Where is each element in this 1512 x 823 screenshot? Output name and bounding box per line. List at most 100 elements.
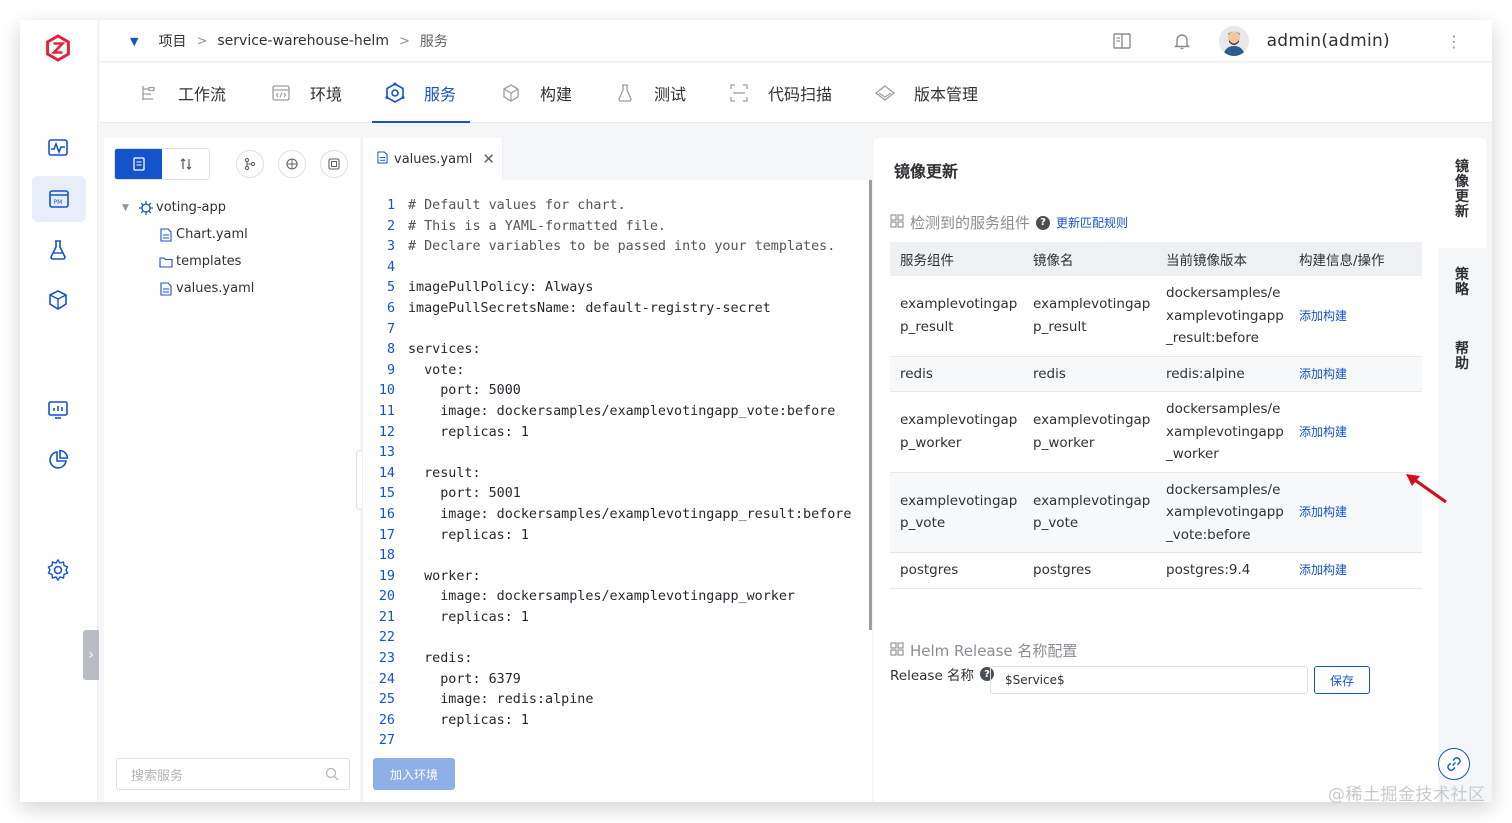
avatar[interactable] xyxy=(1218,26,1249,56)
chart-pie-icon[interactable] xyxy=(44,446,72,474)
code-line[interactable]: 23 redis: xyxy=(363,649,871,670)
expand-rail-button[interactable]: › xyxy=(83,630,99,680)
code-line[interactable]: 4 xyxy=(363,258,871,279)
code-line[interactable]: 20 image: dockersamples/examplevotingapp… xyxy=(363,587,871,608)
tree-file[interactable]: values.yaml xyxy=(122,275,254,302)
code-line[interactable]: 15 port: 5001 xyxy=(363,484,871,505)
help-question-icon[interactable]: ? xyxy=(1036,215,1051,230)
table-cell: dockersamples/e xamplevotingapp _worker xyxy=(1156,391,1289,473)
code-line[interactable]: 19 worker: xyxy=(363,567,871,588)
more-vertical-icon[interactable]: ⋮ xyxy=(1446,32,1462,51)
editor-tab[interactable]: values.yaml ✕ xyxy=(363,138,503,180)
code-line[interactable]: 9 vote: xyxy=(363,361,871,382)
dropdown-caret-icon[interactable]: ▼ xyxy=(130,35,138,48)
code-line[interactable]: 18 xyxy=(363,546,871,567)
line-text: image: dockersamples/examplevotingapp_vo… xyxy=(408,403,836,419)
close-tab-icon[interactable]: ✕ xyxy=(482,150,495,168)
breadcrumb-project[interactable]: 项目 xyxy=(158,31,186,51)
caret-down-icon[interactable]: ▼ xyxy=(122,203,138,213)
file-view-button[interactable] xyxy=(115,149,162,179)
code-line[interactable]: 25 image: redis:alpine xyxy=(363,690,871,711)
side-tab-strategy[interactable]: 策略 xyxy=(1438,268,1486,308)
panel-title: 镜像更新 xyxy=(894,162,959,181)
line-text: vote: xyxy=(408,362,465,378)
editor-scrollbar[interactable] xyxy=(869,180,872,630)
user-name[interactable]: admin(admin) xyxy=(1267,31,1390,51)
code-line[interactable]: 3 # Declare variables to be passed into y… xyxy=(363,237,871,258)
monitor-icon[interactable] xyxy=(44,134,72,162)
tab-workflow[interactable]: 工作流 xyxy=(138,63,226,123)
code-line[interactable]: 17 replicas: 1 xyxy=(363,526,871,547)
scan-icon xyxy=(728,82,750,104)
tab-test[interactable]: 测试 xyxy=(614,63,686,123)
line-number: 20 xyxy=(378,589,395,605)
code-line[interactable]: 1 # Default values for chart. xyxy=(363,196,871,217)
update-rule-link[interactable]: 更新匹配规则 xyxy=(1056,214,1128,231)
code-line[interactable]: 5 imagePullPolicy: Always xyxy=(363,278,871,299)
add-build-link[interactable]: 添加构建 xyxy=(1289,276,1422,357)
line-number: 13 xyxy=(378,445,395,461)
code-line[interactable]: 13 xyxy=(363,443,871,464)
logo-icon[interactable] xyxy=(44,34,72,62)
docs-book-icon[interactable] xyxy=(1107,26,1137,56)
table-cell: redis xyxy=(1023,356,1156,392)
tab-environment[interactable]: 环境 xyxy=(270,63,342,123)
tab-build[interactable]: 构建 xyxy=(500,63,572,123)
git-source-button[interactable] xyxy=(236,150,264,178)
add-to-environment-button[interactable]: 加入环境 xyxy=(373,758,455,790)
code-line[interactable]: 24 port: 6379 xyxy=(363,670,871,691)
workflow-icon xyxy=(138,82,160,104)
settings-gear-icon[interactable] xyxy=(44,556,72,584)
tree-folder[interactable]: templates xyxy=(122,248,254,275)
code-line[interactable]: 21 replicas: 1 xyxy=(363,608,871,629)
code-line[interactable]: 6 imagePullSecretsName: default-registry-… xyxy=(363,299,871,320)
tab-version[interactable]: 版本管理 xyxy=(874,63,978,123)
project-icon[interactable]: PM xyxy=(32,176,86,222)
side-tab-image-update[interactable]: 镜像更新 xyxy=(1438,138,1486,248)
table-cell: postgres xyxy=(1023,552,1156,589)
code-line[interactable]: 12 replicas: 1 xyxy=(363,423,871,444)
line-number: 1 xyxy=(386,198,395,213)
svg-text:PM: PM xyxy=(54,199,63,206)
side-tab-help[interactable]: 帮助 xyxy=(1438,342,1486,382)
tab-service[interactable]: 服务 xyxy=(371,63,471,123)
column-header: 服务组件 xyxy=(890,242,1023,276)
dashboard-icon[interactable] xyxy=(44,396,72,424)
code-line[interactable]: 10 port: 5000 xyxy=(363,381,871,402)
tree-file[interactable]: Chart.yaml xyxy=(122,221,254,248)
line-number: 25 xyxy=(378,692,395,708)
save-button[interactable]: 保存 xyxy=(1314,666,1370,694)
code-line[interactable]: 26 replicas: 1 xyxy=(363,711,871,732)
table-row: postgres postgres postgres:9.4 添加构建 xyxy=(890,552,1422,589)
search-service-input[interactable]: 搜索服务 xyxy=(116,758,350,790)
add-build-link[interactable]: 添加构建 xyxy=(1289,552,1422,589)
code-line[interactable]: 16 image: dockersamples/examplevotingapp… xyxy=(363,505,871,526)
add-build-link[interactable]: 添加构建 xyxy=(1289,356,1422,392)
release-name-input[interactable]: $Service$ xyxy=(990,666,1308,694)
code-line[interactable]: 22 xyxy=(363,628,871,649)
code-line[interactable]: 2 # This is a YAML-formatted file. xyxy=(363,217,871,238)
package-icon[interactable] xyxy=(44,286,72,314)
tree-root[interactable]: ▼ voting-app xyxy=(122,194,254,221)
file-icon xyxy=(158,227,174,243)
test-flask-icon[interactable] xyxy=(44,236,72,264)
breadcrumb-name[interactable]: service-warehouse-helm xyxy=(217,33,389,49)
link-icon[interactable] xyxy=(1438,748,1470,780)
code-line[interactable]: 7 xyxy=(363,320,871,341)
code-area[interactable]: 1 # Default values for chart. 2 # This is a… xyxy=(363,196,871,756)
table-row: examplevotingap p_vote examplevotingap p_vo… xyxy=(890,472,1422,553)
add-build-link[interactable]: 添加构建 xyxy=(1289,391,1422,473)
helm-chart-icon xyxy=(138,200,154,216)
import-button[interactable] xyxy=(320,150,348,178)
sort-button[interactable] xyxy=(162,149,209,179)
line-text: image: dockersamples/examplevotingapp_re… xyxy=(408,506,852,522)
breadcrumb-current: 服务 xyxy=(419,34,448,50)
grid-icon xyxy=(890,213,904,232)
bell-icon[interactable] xyxy=(1167,26,1197,56)
code-line[interactable]: 11 image: dockersamples/examplevotingapp… xyxy=(363,402,871,423)
code-line[interactable]: 14 result: xyxy=(363,464,871,485)
chart-template-button[interactable] xyxy=(278,150,306,178)
code-line[interactable]: 8 services: xyxy=(363,340,871,361)
tab-code-scan[interactable]: 代码扫描 xyxy=(728,63,832,123)
code-line[interactable]: 27 xyxy=(363,731,871,752)
